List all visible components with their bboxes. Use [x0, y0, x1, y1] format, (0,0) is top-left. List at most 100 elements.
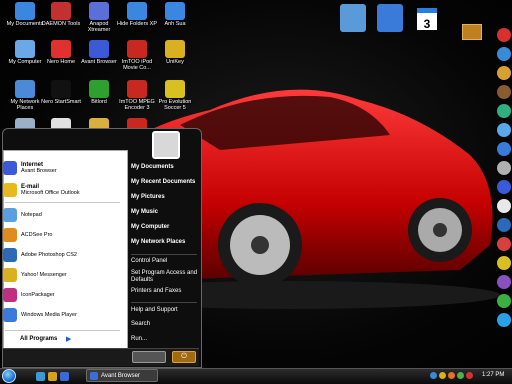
right-link[interactable]: My Music	[131, 209, 158, 216]
start-menu-right-pane: My Documents My Recent Documents My Pictur…	[128, 150, 200, 343]
start-menu-footer	[3, 348, 199, 366]
desktop-icon[interactable]: Anapod Xtreamer	[78, 2, 120, 42]
right-link[interactable]: Printers and Faxes	[131, 288, 199, 295]
divider	[5, 330, 120, 331]
right-link[interactable]: Search	[131, 321, 199, 328]
folder-icon	[165, 2, 185, 20]
avant-browser-icon	[90, 371, 98, 380]
tray-icon[interactable]	[466, 372, 473, 379]
desktop-icon-label: Avant Browser	[81, 59, 117, 65]
dock-item-icon[interactable]	[497, 123, 511, 137]
right-link[interactable]: My Computer	[131, 224, 169, 231]
quicklaunch-icon[interactable]	[36, 372, 45, 381]
books-icon[interactable]	[377, 4, 403, 32]
dock-item-icon[interactable]	[497, 161, 511, 175]
dock-item-icon[interactable]	[497, 275, 511, 289]
right-link[interactable]: Help and Support	[131, 307, 199, 314]
desktop-icon-label: Anh Sua	[164, 21, 186, 27]
clock[interactable]: 1:27 PM	[482, 372, 504, 378]
desktop-icon[interactable]: ImTOO MPEG Encoder 3	[116, 80, 158, 120]
tray-icon[interactable]	[457, 372, 464, 379]
desktop-icon[interactable]: Bitlord	[78, 80, 120, 120]
dock-item-icon[interactable]	[497, 104, 511, 118]
desktop-icon-label: UniKey	[166, 59, 184, 65]
start-button[interactable]	[2, 369, 16, 383]
dock-item-icon[interactable]	[497, 28, 511, 42]
dock-item-icon[interactable]	[497, 180, 511, 194]
skype-icon[interactable]	[497, 313, 511, 327]
dock-item-icon[interactable]	[497, 142, 511, 156]
iconpackager-icon	[3, 288, 17, 302]
pinned-subtitle: Microsoft Office Outlook	[21, 190, 80, 196]
desktop-icon-label: ImTOO iPod Movie Co...	[121, 59, 153, 71]
hide-folders-icon	[127, 2, 147, 20]
imtoo-ipod-icon	[127, 40, 147, 58]
right-link[interactable]: My Network Places	[131, 239, 185, 246]
yahoo-messenger-icon	[3, 268, 17, 282]
media-player-icon	[3, 308, 17, 322]
quicklaunch-icon[interactable]	[60, 372, 69, 381]
desktop-icon[interactable]: DAEMON Tools	[40, 2, 82, 42]
right-link[interactable]: Control Panel	[131, 258, 199, 265]
desktop-icon[interactable]: Nero StartSmart	[40, 80, 82, 120]
daemon-tools-icon	[51, 2, 71, 20]
recent-program-label: Windows Media Player	[21, 312, 77, 318]
recent-program-item[interactable]: ACDSee Pro	[3, 226, 123, 244]
divider	[131, 254, 197, 255]
bitlord-icon	[89, 80, 109, 98]
dock-item-icon[interactable]	[497, 85, 511, 99]
pinned-email[interactable]: E-mail Microsoft Office Outlook	[3, 181, 123, 199]
word-icon[interactable]	[497, 218, 511, 232]
recent-program-label: Notepad	[21, 212, 42, 218]
tray-icon[interactable]	[439, 372, 446, 379]
dock-item-icon[interactable]	[497, 237, 511, 251]
recent-program-item[interactable]: IconPackager	[3, 286, 123, 304]
right-link[interactable]: Set Program Access and Defaults	[131, 270, 199, 284]
right-link[interactable]: My Recent Documents	[131, 179, 195, 186]
quicklaunch-icon[interactable]	[48, 372, 57, 381]
imtoo-mpeg-icon	[127, 80, 147, 98]
desktop-icon-label: Pro Evolution Soccer 5	[158, 99, 192, 111]
all-programs-button[interactable]: All Programs	[20, 336, 57, 342]
recent-program-item[interactable]: Notepad	[3, 206, 123, 224]
pes5-icon	[165, 80, 185, 98]
dock-item-icon[interactable]	[497, 294, 511, 308]
monitor-icon[interactable]	[340, 4, 366, 32]
log-off-button[interactable]	[132, 351, 166, 363]
right-link[interactable]: My Pictures	[131, 194, 165, 201]
unikey-icon	[165, 40, 185, 58]
dock-item-icon[interactable]	[497, 256, 511, 270]
computer-icon	[15, 40, 35, 58]
desktop-icon[interactable]: Pro Evolution Soccer 5	[154, 80, 196, 120]
desktop-icon-label: Nero StartSmart	[41, 99, 81, 105]
recent-program-item[interactable]: Adobe Photoshop CS2	[3, 246, 123, 264]
dock-item-icon[interactable]	[497, 199, 511, 213]
scroll-down-icon[interactable]	[462, 24, 482, 40]
desktop-icon[interactable]: Anh Sua	[154, 2, 196, 42]
desktop-icon[interactable]: ImTOO iPod Movie Co...	[116, 40, 158, 80]
taskbar-task-avant-browser[interactable]: Avant Browser	[86, 369, 158, 382]
calendar-icon[interactable]: 3	[417, 8, 437, 31]
tray-icon[interactable]	[448, 372, 455, 379]
recent-program-label: ACDSee Pro	[21, 232, 53, 238]
desktop-icon[interactable]: Nero Home	[40, 40, 82, 80]
anapod-icon	[89, 2, 109, 20]
recent-program-label: Yahoo! Messenger	[21, 272, 67, 278]
right-link[interactable]: My Documents	[131, 164, 174, 171]
recent-program-item[interactable]: Windows Media Player	[3, 306, 123, 324]
desktop-icon[interactable]: Avant Browser	[78, 40, 120, 80]
folder-docs-icon	[15, 2, 35, 20]
recent-program-label: IconPackager	[21, 292, 55, 298]
desktop-icon[interactable]: UniKey	[154, 40, 196, 80]
pinned-internet[interactable]: Internet Avant Browser	[3, 159, 123, 177]
recent-program-item[interactable]: Yahoo! Messenger	[3, 266, 123, 284]
power-button[interactable]: ⏻	[172, 351, 196, 363]
desktop-icon-label: ImTOO MPEG Encoder 3	[119, 99, 155, 111]
desktop-icon[interactable]: Hide Folders XP	[116, 2, 158, 42]
network-icon	[15, 80, 35, 98]
dock-item-icon[interactable]	[497, 66, 511, 80]
ie-icon[interactable]	[497, 47, 511, 61]
tray-icon[interactable]	[430, 372, 437, 379]
avant-browser-icon	[89, 40, 109, 58]
right-link[interactable]: Run...	[131, 336, 199, 343]
